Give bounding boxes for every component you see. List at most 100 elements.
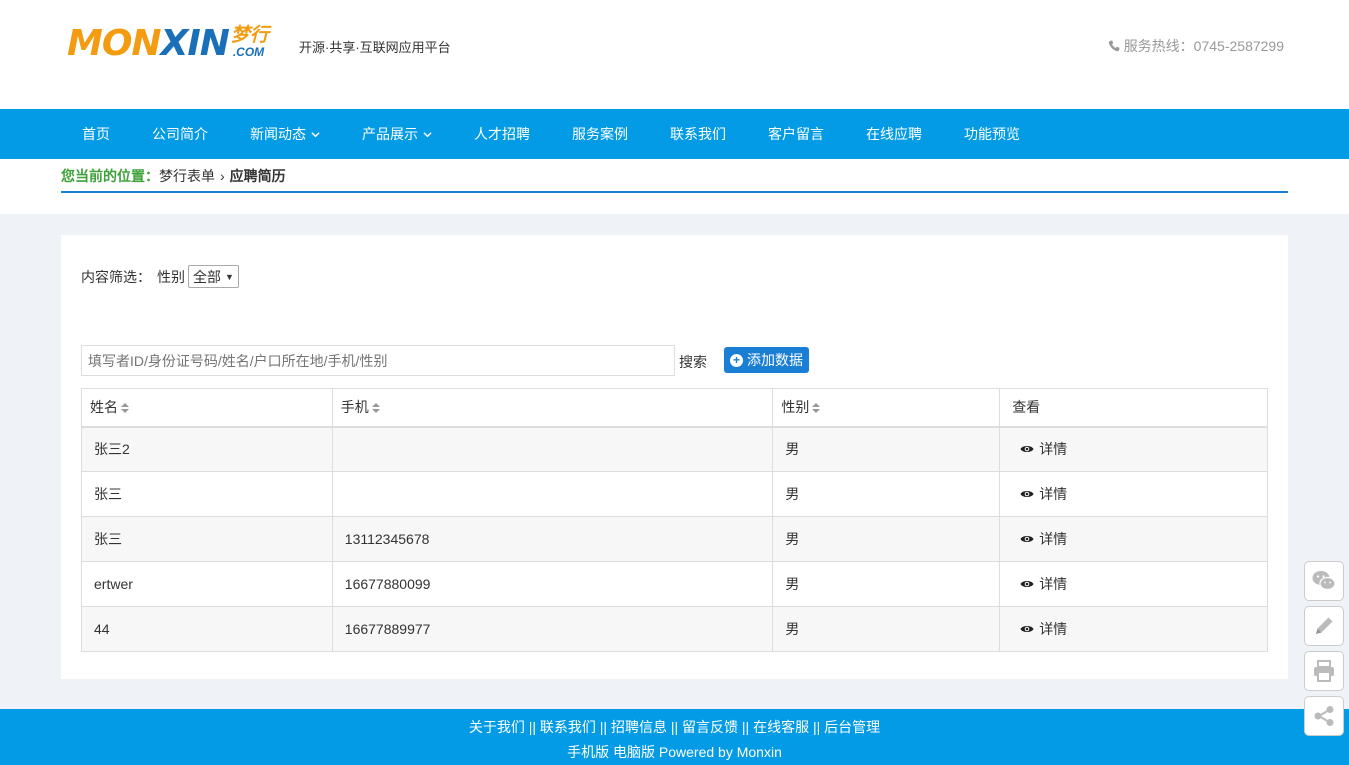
chevron-down-icon: [311, 131, 320, 137]
logo-part1: MON: [67, 23, 162, 64]
header-label: 手机: [340, 399, 369, 416]
detail-link[interactable]: 详情: [1020, 484, 1067, 504]
footer-divider: ||: [670, 719, 679, 735]
detail-link[interactable]: 详情: [1020, 619, 1067, 639]
share-button[interactable]: [1304, 696, 1344, 736]
filter-field-label: 性别: [157, 268, 185, 285]
cell-name: 张三: [81, 471, 333, 517]
header-label: 性别: [781, 399, 810, 416]
search-input[interactable]: [81, 345, 675, 376]
content-panel: 内容筛选： 性别 全部 ▼ 搜索 + 添加数据 姓名 手机 性别 查看 张三2: [61, 235, 1288, 679]
breadcrumb-parent-link[interactable]: 梦行表单: [159, 166, 215, 186]
logo[interactable]: MONXIN 梦行 .COM: [67, 26, 271, 62]
select-value: 全部: [193, 268, 221, 285]
search-button[interactable]: 搜索: [679, 352, 707, 372]
nav-item-contact[interactable]: 联系我们: [670, 109, 726, 159]
table-row: ertwer 16677880099 男 详情: [81, 561, 1268, 607]
nav-item-company[interactable]: 公司简介: [152, 109, 208, 159]
cell-phone: [331, 426, 774, 472]
header-label: 查看: [1012, 399, 1041, 416]
data-table: 姓名 手机 性别 查看 张三2 男 详情 张三 男 详情 张三 13112345…: [81, 388, 1268, 652]
footer-divider: ||: [599, 719, 608, 735]
detail-label: 详情: [1039, 531, 1068, 547]
nav-item-home[interactable]: 首页: [82, 109, 110, 159]
nav-item-news[interactable]: 新闻动态: [250, 109, 320, 159]
nav-item-cases[interactable]: 服务案例: [572, 109, 628, 159]
printer-icon: [1314, 660, 1334, 682]
column-header-gender[interactable]: 性别: [772, 388, 1001, 428]
nav-label: 在线应聘: [866, 126, 922, 142]
sort-icon: [121, 403, 129, 414]
logo-part2: XIN: [160, 23, 230, 64]
nav-label: 联系我们: [670, 126, 726, 142]
footer-divider: ||: [812, 719, 821, 735]
detail-label: 详情: [1039, 486, 1068, 502]
add-data-label: 添加数据: [747, 352, 803, 368]
cell-gender: 男: [772, 561, 1001, 607]
cell-view: 详情: [999, 606, 1268, 652]
detail-link[interactable]: 详情: [1020, 439, 1067, 459]
nav-label: 新闻动态: [250, 126, 306, 142]
detail-label: 详情: [1039, 441, 1068, 458]
nav-label: 人才招聘: [474, 126, 530, 142]
nav-item-apply[interactable]: 在线应聘: [866, 109, 922, 159]
breadcrumb-current: 应聘简历: [229, 168, 286, 184]
slogan: 开源·共享·互联网应用平台: [299, 40, 451, 55]
cell-view: 详情: [999, 561, 1268, 607]
logo-wordmark: MONXIN: [67, 23, 230, 64]
cell-name: 张三: [81, 516, 333, 562]
footer-link-feedback[interactable]: 留言反馈: [682, 719, 738, 735]
header: MONXIN 梦行 .COM 开源·共享·互联网应用平台 服务热线：0745-2…: [0, 0, 1349, 109]
nav-item-jobs[interactable]: 人才招聘: [474, 109, 530, 159]
footer-link-about[interactable]: 关于我们: [469, 719, 525, 735]
nav-item-messages[interactable]: 客户留言: [768, 109, 824, 159]
eye-icon: [1020, 581, 1034, 587]
phone-icon: [1108, 40, 1120, 52]
cell-name: ertwer: [81, 561, 333, 607]
cell-gender: 男: [772, 606, 1001, 652]
nav-item-preview[interactable]: 功能预览: [964, 109, 1020, 159]
footer-divider: ||: [741, 719, 750, 735]
edit-button[interactable]: [1304, 606, 1344, 646]
column-header-name[interactable]: 姓名: [81, 388, 333, 428]
cell-phone: 16677880099: [331, 561, 774, 607]
cell-view: 详情: [999, 516, 1268, 562]
breadcrumb: 您当前的位置： 梦行表单 › 应聘简历: [61, 166, 286, 186]
sort-icon: [812, 403, 821, 414]
cell-view: 详情: [999, 426, 1268, 472]
wechat-button[interactable]: [1304, 561, 1344, 601]
cell-phone: [331, 471, 774, 517]
detail-link[interactable]: 详情: [1020, 574, 1067, 594]
footer-divider: ||: [528, 719, 537, 735]
nav-label: 公司简介: [152, 126, 208, 142]
column-header-phone[interactable]: 手机: [331, 388, 774, 428]
pencil-icon: [1316, 617, 1333, 634]
plus-circle-icon: +: [730, 353, 743, 367]
footer-powered-by: 手机版 电脑版 Powered by Monxin: [567, 744, 782, 760]
add-data-button[interactable]: + 添加数据: [724, 347, 809, 373]
footer-link-admin[interactable]: 后台管理: [824, 719, 880, 735]
footer-link-contact[interactable]: 联系我们: [540, 719, 596, 735]
table-row: 张三2 男 详情: [81, 426, 1268, 472]
footer-link-jobs[interactable]: 招聘信息: [611, 719, 667, 735]
header-label: 姓名: [90, 399, 118, 416]
gender-filter-select[interactable]: 全部 ▼: [188, 265, 239, 288]
cell-name: 张三2: [81, 426, 333, 472]
detail-link[interactable]: 详情: [1020, 529, 1067, 549]
nav-label: 首页: [82, 126, 110, 142]
print-button[interactable]: [1304, 651, 1344, 691]
main-nav: 首页 公司简介 新闻动态 产品展示 人才招聘 服务案例 联系我们 客户留言 在线…: [0, 109, 1349, 159]
eye-icon: [1020, 536, 1034, 542]
nav-item-products[interactable]: 产品展示: [362, 109, 432, 159]
cell-name: 44: [81, 606, 333, 652]
cell-gender: 男: [772, 426, 1001, 472]
cell-gender: 男: [772, 516, 1001, 562]
cell-gender: 男: [772, 471, 1001, 517]
breadcrumb-bar: 您当前的位置： 梦行表单 › 应聘简历: [0, 159, 1349, 214]
breadcrumb-separator: ›: [220, 168, 225, 184]
breadcrumb-divider: [61, 191, 1288, 193]
nav-label: 客户留言: [768, 126, 824, 142]
table-row: 44 16677889977 男 详情: [81, 606, 1268, 652]
footer-link-support[interactable]: 在线客服: [753, 719, 809, 735]
eye-icon: [1020, 446, 1034, 453]
